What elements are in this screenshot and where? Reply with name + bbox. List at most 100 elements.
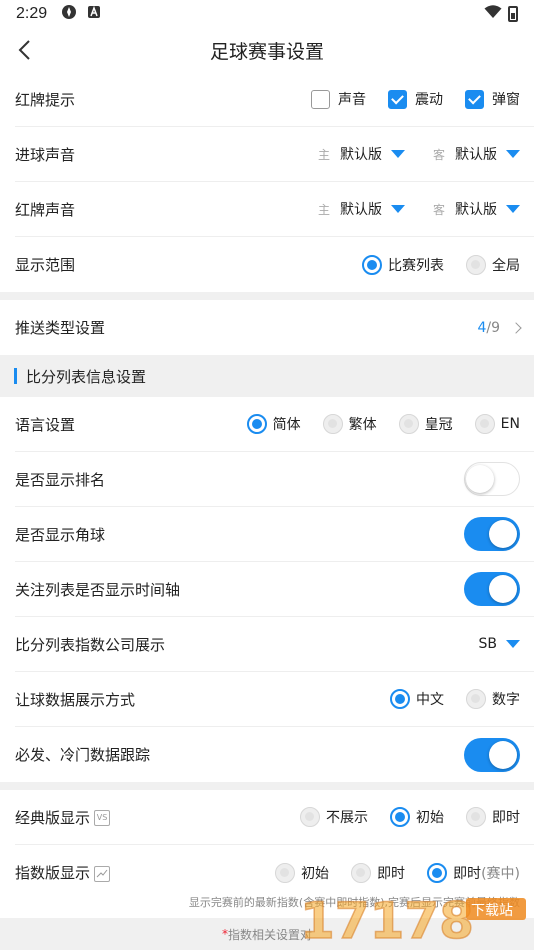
select-value: 默认版 xyxy=(339,202,382,218)
show-rank-toggle[interactable] xyxy=(464,462,520,496)
radio-label: 即时 xyxy=(492,810,520,826)
radio-unselected-icon xyxy=(275,862,296,883)
radio-label: 初始 xyxy=(301,865,330,882)
radio-crown[interactable]: 皇冠 xyxy=(398,414,453,434)
goal-sound-label: 进球声音 xyxy=(15,145,76,164)
show-timeline-label: 关注列表是否显示时间轴 xyxy=(15,580,181,599)
dropdown-arrow-icon xyxy=(506,640,520,648)
push-type-row[interactable]: 推送类型设置 4/9 xyxy=(15,300,534,355)
radio-unselected-icon xyxy=(351,862,372,883)
back-arrow-icon[interactable] xyxy=(14,36,38,64)
radio-live[interactable]: 即时 xyxy=(466,807,520,827)
section-title: 比分列表信息设置 xyxy=(26,367,147,386)
dropdown-arrow-icon xyxy=(390,205,405,213)
radio-match-list[interactable]: 比赛列表 xyxy=(362,254,444,275)
radio-index-live-inplay[interactable]: 即时 (赛中) xyxy=(427,862,520,883)
vibrate-checkbox[interactable]: 震动 xyxy=(388,89,443,109)
radio-unselected-icon xyxy=(398,414,419,434)
home-prefix: 主 xyxy=(317,202,330,217)
classic-display-text: 经典版显示 xyxy=(15,808,91,827)
nav-bar: 足球赛事设置 xyxy=(0,28,534,72)
toggle-knob xyxy=(489,520,517,548)
radio-label: 全局 xyxy=(492,257,520,274)
radio-selected-icon xyxy=(390,689,410,709)
select-value: 默认版 xyxy=(455,147,497,163)
away-prefix: 客 xyxy=(432,147,445,162)
page-title: 足球赛事设置 xyxy=(209,40,324,63)
cold-tracking-row: 必发、冷门数据跟踪 xyxy=(15,727,534,782)
radio-simplified[interactable]: 简体 xyxy=(246,414,301,434)
show-corner-row: 是否显示角球 xyxy=(15,507,534,562)
display-range-label: 显示范围 xyxy=(15,256,76,274)
radio-unselected-icon xyxy=(466,807,486,827)
goal-away-select[interactable]: 客默认版 xyxy=(433,144,520,164)
sound-label: 声音 xyxy=(338,92,366,108)
radio-english[interactable]: EN xyxy=(474,414,520,434)
cold-tracking-label: 必发、冷门数据跟踪 xyxy=(15,746,151,764)
index-company-select[interactable]: SB xyxy=(478,636,520,652)
radio-selected-icon xyxy=(390,807,410,827)
toggle-knob xyxy=(489,740,517,769)
select-value: SB xyxy=(478,636,498,652)
radio-label: 初始 xyxy=(416,810,444,826)
language-row: 语言设置 简体 繁体 皇冠 EN xyxy=(15,397,534,452)
svg-text:下载站: 下载站 xyxy=(471,903,513,919)
radio-initial[interactable]: 初始 xyxy=(390,807,444,827)
index-company-label: 比分列表指数公司展示 xyxy=(15,635,166,654)
radio-index-initial[interactable]: 初始 xyxy=(275,862,330,883)
settings-status-icon xyxy=(61,4,77,24)
red-home-select[interactable]: 主默认版 xyxy=(318,199,405,219)
section-gap xyxy=(0,292,534,300)
index-display-text: 指数版显示 xyxy=(15,864,91,882)
radio-selected-icon xyxy=(362,254,382,275)
push-type-label: 推送类型设置 xyxy=(15,319,106,337)
status-time: 2:29 xyxy=(16,5,48,22)
dropdown-arrow-icon xyxy=(506,205,520,213)
display-range-row: 显示范围 比赛列表 全局 xyxy=(15,237,534,292)
handicap-display-label: 让球数据展示方式 xyxy=(15,690,136,709)
popup-checkbox[interactable]: 弹窗 xyxy=(465,89,520,109)
popup-label: 弹窗 xyxy=(492,92,520,108)
radio-suffix: (赛中) xyxy=(481,865,520,882)
radio-number[interactable]: 数字 xyxy=(466,689,520,709)
show-rank-label: 是否显示排名 xyxy=(15,470,106,489)
sound-checkbox[interactable]: 声音 xyxy=(311,89,366,109)
show-corner-toggle[interactable] xyxy=(464,517,520,551)
goal-home-select[interactable]: 主默认版 xyxy=(318,144,405,164)
show-rank-row: 是否显示排名 xyxy=(15,452,534,507)
dropdown-arrow-icon xyxy=(390,150,405,158)
battery-icon xyxy=(508,6,518,22)
classic-display-row: 经典版显示 VS 不展示 初始 即时 xyxy=(15,790,534,845)
radio-unselected-icon xyxy=(300,807,320,827)
radio-no-show[interactable]: 不展示 xyxy=(300,807,368,827)
radio-traditional[interactable]: 繁体 xyxy=(322,414,377,434)
status-bar: 2:29 xyxy=(0,0,534,28)
index-display-label: 指数版显示 xyxy=(15,862,111,883)
svg-text:17178: 17178 xyxy=(300,892,474,948)
language-label: 语言设置 xyxy=(15,415,76,434)
trend-chart-icon xyxy=(94,865,111,882)
checkbox-unchecked-icon xyxy=(311,89,330,109)
toggle-knob xyxy=(489,575,517,603)
radio-index-live[interactable]: 即时 xyxy=(351,862,405,883)
red-card-sound-label: 红牌声音 xyxy=(15,200,76,219)
count-selected: 4 xyxy=(477,319,487,336)
classic-display-label: 经典版显示 VS xyxy=(15,807,111,828)
radio-label: 数字 xyxy=(492,692,520,708)
a-status-icon xyxy=(87,5,101,23)
show-corner-label: 是否显示角球 xyxy=(15,525,106,544)
vs-icon: VS xyxy=(94,810,111,826)
radio-selected-icon xyxy=(427,862,448,883)
red-away-select[interactable]: 客默认版 xyxy=(433,199,520,219)
radio-label: EN xyxy=(500,416,520,432)
score-list-section-header: 比分列表信息设置 xyxy=(0,355,534,397)
dropdown-arrow-icon xyxy=(506,150,520,158)
radio-global[interactable]: 全局 xyxy=(466,254,520,275)
radio-unselected-icon xyxy=(466,689,486,709)
wifi-icon xyxy=(484,5,502,23)
push-type-count: 4/9 xyxy=(477,320,500,336)
cold-tracking-toggle[interactable] xyxy=(464,737,520,772)
goal-sound-row: 进球声音 主默认版 客默认版 xyxy=(15,127,534,182)
radio-chinese[interactable]: 中文 xyxy=(390,689,444,709)
show-timeline-toggle[interactable] xyxy=(464,572,520,606)
